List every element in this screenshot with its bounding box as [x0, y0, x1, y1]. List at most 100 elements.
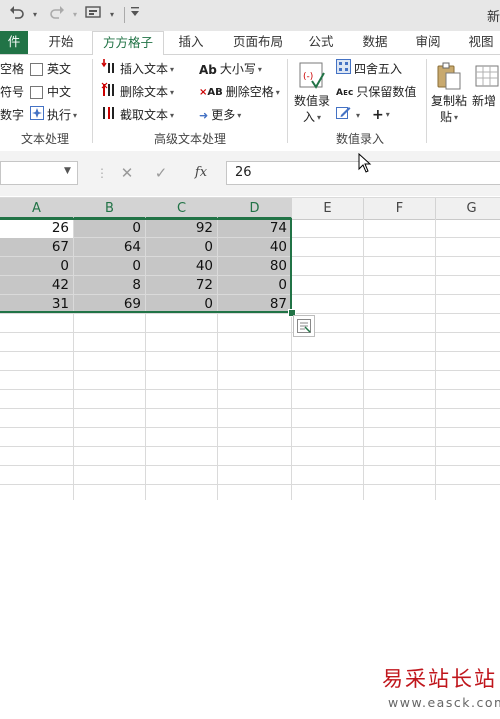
copy-paste-icon — [430, 61, 468, 93]
value-entry-button[interactable]: (-) 数值录 入 ▾ — [291, 61, 333, 126]
value-entry-icon: (-) — [291, 61, 333, 93]
tab-review[interactable]: 审阅 — [410, 31, 446, 54]
tab-data[interactable]: 数据 — [357, 31, 393, 54]
keep-values-button[interactable]: Aᴇᴄ 只保留数值 — [336, 81, 416, 103]
formula-bar-grip-icon[interactable]: ⋮ — [96, 166, 108, 180]
tab-file[interactable]: 件 — [0, 31, 28, 54]
execute-button[interactable]: 执行 ▾ — [30, 104, 77, 126]
grid-line — [0, 484, 500, 485]
extract-text-icon — [101, 104, 117, 127]
ribbon-spaces-label[interactable]: 空格 — [0, 58, 24, 80]
selection-border — [0, 218, 292, 313]
round-button[interactable]: 四舍五入 — [336, 58, 402, 80]
grid-line — [0, 408, 500, 409]
copy-paste-label-1: 复制粘 — [430, 94, 467, 108]
redo-dropdown-icon[interactable]: ▾ — [70, 4, 80, 26]
column-header-g[interactable]: G — [436, 198, 500, 219]
ribbon-symbols-label[interactable]: 符号 — [0, 81, 24, 103]
group-label-advanced-text: 高级文本处理 — [153, 132, 226, 146]
worksheet-grid[interactable]: 26 0 92 74 67 64 0 40 0 0 40 80 42 8 72 … — [0, 218, 500, 719]
group-divider — [92, 59, 93, 143]
name-box-dropdown-icon[interactable]: ▼ — [64, 166, 71, 176]
chevron-down-icon: ▾ — [170, 64, 175, 74]
more-label: 更多 — [211, 108, 236, 122]
group-divider — [426, 59, 427, 143]
case-icon: Ab — [199, 62, 217, 77]
case-label: 大小写 — [219, 62, 256, 76]
group-label-text-processing: 文本处理 — [20, 132, 69, 146]
column-header-e[interactable]: E — [292, 198, 364, 219]
group-divider — [287, 59, 288, 143]
qat-overflow-icon[interactable] — [128, 4, 142, 26]
tab-view[interactable]: 视图 — [463, 31, 499, 54]
checkbox-box[interactable] — [30, 63, 43, 76]
column-header-b[interactable]: B — [74, 198, 146, 219]
more-icon: ➜ — [199, 108, 209, 122]
round-icon — [336, 58, 351, 81]
chevron-down-icon: ▾ — [170, 110, 175, 120]
extract-text-button[interactable]: 截取文本 ▾ — [101, 104, 174, 126]
grid-line — [0, 370, 500, 371]
redo-icon[interactable] — [46, 4, 68, 26]
grid-line — [0, 465, 500, 466]
new-button[interactable]: 新增 — [472, 61, 500, 109]
insert-text-icon — [101, 58, 117, 81]
quick-analysis-button[interactable] — [293, 315, 315, 337]
column-header-a[interactable]: A — [0, 198, 74, 219]
column-headers: A B C D E F G — [0, 197, 500, 220]
insert-text-label: 插入文本 — [120, 62, 169, 76]
customize-dropdown-icon[interactable]: ▾ — [107, 4, 117, 26]
qat-divider — [124, 7, 125, 23]
extract-text-label: 截取文本 — [120, 108, 169, 122]
case-button[interactable]: Ab 大小写 ▾ — [199, 58, 262, 80]
ribbon: 空格 符号 数字 英文 中文 执行 ▾ 文本处理 插入文本 ▾ 删除文本 ▾ 截取文本… — [0, 55, 500, 152]
column-header-f[interactable]: F — [364, 198, 436, 219]
checkbox-chinese[interactable]: 中文 — [30, 81, 71, 103]
grid-line — [0, 351, 500, 352]
ribbon-digits-label[interactable]: 数字 — [0, 104, 24, 126]
more-button[interactable]: ➜ 更多 ▾ — [199, 104, 241, 126]
chevron-down-icon: ▾ — [73, 110, 78, 120]
group-label-value-entry: 数值录入 — [335, 132, 384, 146]
insert-text-button[interactable]: 插入文本 ▾ — [101, 58, 174, 80]
checkbox-english[interactable]: 英文 — [30, 58, 71, 80]
tab-home[interactable]: 开始 — [40, 31, 82, 54]
tab-insert[interactable]: 插入 — [170, 31, 212, 54]
round-label: 四舍五入 — [354, 62, 403, 76]
checkbox-box[interactable] — [30, 86, 43, 99]
grid-line — [435, 219, 436, 500]
tab-fangfang[interactable]: 方方格子 — [92, 31, 164, 56]
delete-text-button[interactable]: 删除文本 ▾ — [101, 81, 174, 103]
undo-icon[interactable] — [6, 4, 28, 26]
grid-line — [363, 219, 364, 500]
chevron-down-icon: ▾ — [237, 110, 242, 120]
undo-dropdown-icon[interactable]: ▾ — [30, 4, 40, 26]
insert-function-button[interactable]: fx — [188, 163, 214, 183]
chevron-down-icon: ▾ — [275, 87, 280, 97]
edit-button[interactable]: ▾ — [336, 104, 360, 126]
confirm-icon[interactable]: ✓ — [150, 163, 172, 183]
checkbox-english-label: 英文 — [47, 62, 72, 76]
delete-spaces-button[interactable]: ×AB 删除空格 ▾ — [199, 81, 280, 103]
delete-spaces-label: 删除空格 — [225, 85, 274, 99]
copy-paste-button[interactable]: 复制粘 贴 ▾ — [430, 61, 468, 126]
tab-page-layout[interactable]: 页面布局 — [226, 31, 290, 54]
grid-line — [0, 446, 500, 447]
chevron-down-icon: ▾ — [385, 110, 390, 119]
grid-line — [0, 427, 500, 428]
chevron-down-icon: ▾ — [257, 64, 262, 74]
quick-analysis-icon — [297, 319, 311, 336]
chevron-down-icon: ▾ — [356, 110, 361, 120]
grid-line — [0, 389, 500, 390]
column-header-d[interactable]: D — [218, 198, 292, 219]
column-header-c[interactable]: C — [146, 198, 218, 219]
value-entry-label-1: 数值录 — [293, 94, 330, 108]
tab-formulas[interactable]: 公式 — [303, 31, 339, 54]
toolbar-customize-icon[interactable] — [82, 4, 106, 26]
cancel-icon[interactable]: ✕ — [116, 163, 138, 183]
copy-paste-label-2: 贴 — [439, 110, 452, 124]
plus-button[interactable]: + ▾ — [372, 104, 390, 126]
window-title: 新 — [486, 10, 500, 25]
watermark-url: www.easck.com — [388, 695, 500, 710]
keep-values-label: 只保留数值 — [356, 85, 417, 99]
